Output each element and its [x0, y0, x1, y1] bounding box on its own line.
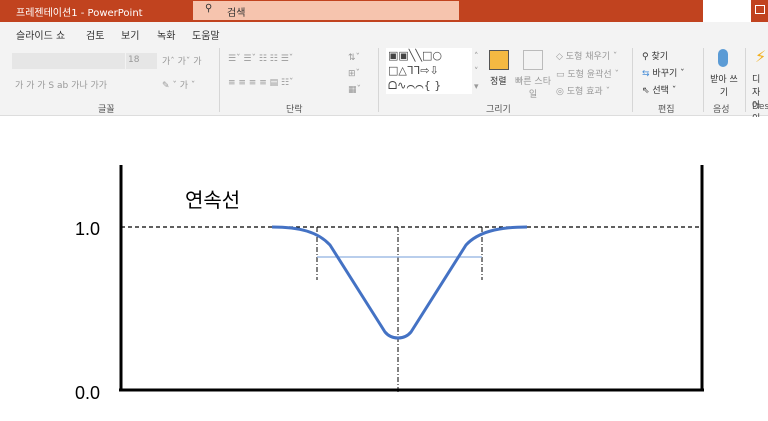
diagram-title: 연속선: [185, 188, 240, 212]
diagram: 연속선 1.0 0.0: [75, 165, 704, 403]
y-label-top: 1.0: [75, 219, 100, 239]
profile-curve: [271, 225, 528, 340]
y-label-bottom: 0.0: [75, 383, 100, 403]
